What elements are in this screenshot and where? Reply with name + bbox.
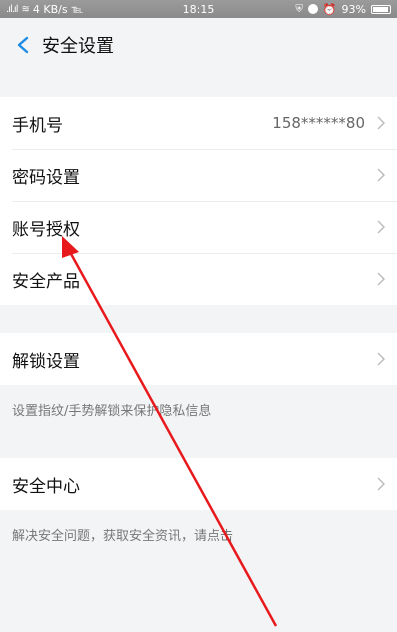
unlock-row[interactable]: 解锁设置 — [0, 333, 397, 385]
status-time: 18:15 — [182, 2, 215, 16]
hd-call-icon: ℡ — [71, 2, 84, 16]
password-label: 密码设置 — [12, 167, 80, 188]
signal-icon: .ıl.ıl — [6, 3, 19, 15]
unlock-note: 设置指纹/手势解锁来保护隐私信息 — [0, 385, 397, 433]
account-auth-label: 账号授权 — [12, 219, 80, 240]
unlock-label: 解锁设置 — [12, 351, 80, 372]
alarm-icon: ⏰ — [322, 2, 337, 16]
chevron-right-icon — [377, 220, 385, 234]
security-center-row[interactable]: 安全中心 — [0, 458, 397, 510]
chevron-right-icon — [377, 352, 385, 366]
battery-percent: 93% — [341, 2, 366, 16]
network-speed: 4 KB/s — [32, 2, 68, 16]
unlock-group: 解锁设置 — [0, 333, 397, 385]
location-icon — [307, 4, 318, 14]
account-group: 手机号 158******80 密码设置 账号授权 安全产品 — [0, 97, 397, 305]
page-title: 安全设置 — [42, 36, 114, 57]
chevron-right-icon — [377, 272, 385, 286]
battery-icon — [371, 4, 391, 14]
chevron-right-icon — [377, 116, 385, 130]
security-products-row[interactable]: 安全产品 — [0, 253, 397, 305]
wifi-icon: ≋ — [21, 3, 29, 15]
phone-label: 手机号 — [12, 115, 63, 136]
password-row[interactable]: 密码设置 — [0, 149, 397, 201]
shield-icon: ⛨ — [295, 3, 303, 15]
phone-value: 158******80 — [272, 114, 365, 132]
chevron-right-icon — [377, 168, 385, 182]
account-auth-row[interactable]: 账号授权 — [0, 201, 397, 253]
security-center-group: 安全中心 — [0, 458, 397, 510]
status-bar: .ıl.ıl ≋ 4 KB/s ℡ 18:15 ⛨ ⏰ 93% — [0, 0, 397, 18]
phone-row[interactable]: 手机号 158******80 — [0, 97, 397, 149]
chevron-right-icon — [377, 477, 385, 491]
back-button[interactable] — [6, 18, 40, 72]
security-center-note: 解决安全问题，获取安全资讯，请点击 — [0, 510, 397, 558]
security-products-label: 安全产品 — [12, 271, 80, 292]
app-header: 安全设置 — [0, 18, 397, 72]
security-center-label: 安全中心 — [12, 476, 80, 497]
chevron-left-icon — [17, 36, 29, 54]
